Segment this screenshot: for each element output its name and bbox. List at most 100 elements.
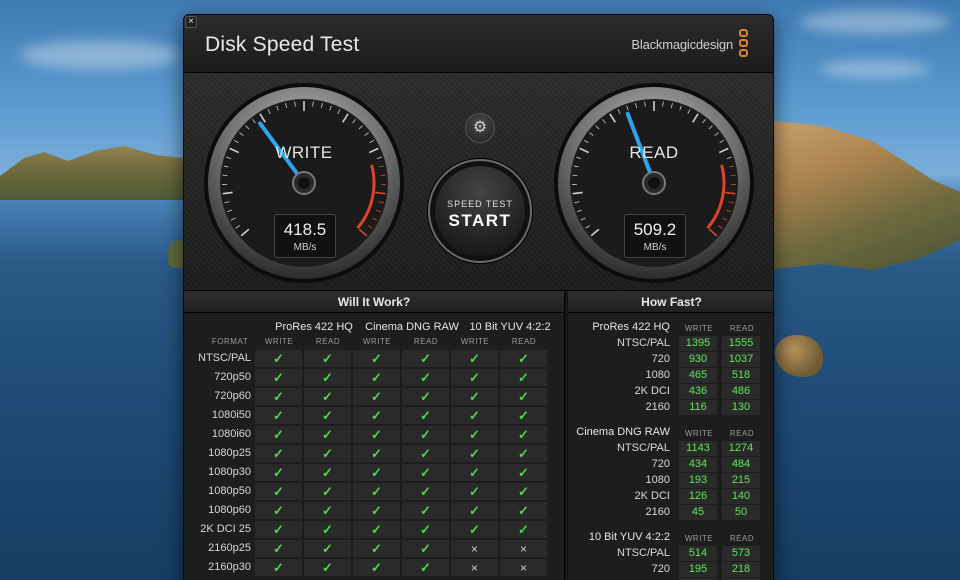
check-icon: ✓: [371, 503, 382, 518]
check-icon: ✓: [518, 522, 529, 537]
read-column-label: READ: [729, 534, 755, 543]
gauge-area: WRITE 418.5 MB/s ⚙ SPEED TEST START READ…: [184, 73, 773, 291]
check-icon: ✓: [371, 389, 382, 404]
write-fps-value: 930: [679, 352, 717, 367]
table-row: 1080 465 518: [568, 367, 773, 383]
result-cell: ✓: [500, 407, 547, 424]
result-cell: ✓: [500, 426, 547, 443]
check-icon: ✓: [322, 351, 333, 366]
read-column-label: READ: [413, 337, 439, 346]
settings-button[interactable]: ⚙: [465, 113, 495, 143]
result-cell: ✓: [402, 502, 449, 519]
title-bar: Disk Speed Test Blackmagicdesign: [184, 15, 773, 73]
table-row: 720 434 484: [568, 456, 773, 472]
table-row: 1080p25 ✓ ✓ ✓ ✓ ✓ ✓: [184, 444, 565, 463]
read-column-label: READ: [729, 429, 755, 438]
read-speed-unit: MB/s: [643, 242, 667, 253]
format-name: 1080p60: [208, 504, 251, 516]
app-title: Disk Speed Test: [205, 33, 360, 56]
write-fps-value: 465: [679, 368, 717, 383]
check-icon: ✓: [371, 522, 382, 537]
cloud: [820, 60, 930, 78]
check-icon: ✓: [371, 560, 382, 575]
cross-icon: ×: [470, 561, 478, 575]
table-row: 2160p25 ✓ ✓ ✓ ✓ × ×: [184, 539, 565, 558]
start-button[interactable]: SPEED TEST START: [428, 159, 532, 263]
how-fast-title: How Fast?: [568, 291, 773, 313]
result-cell: ✓: [353, 445, 400, 462]
read-speed-value: 509.2: [633, 220, 677, 239]
check-icon: ✓: [420, 503, 431, 518]
write-fps-value: 434: [679, 457, 717, 472]
result-cell: ✓: [353, 350, 400, 367]
result-cell: ✓: [402, 445, 449, 462]
check-icon: ✓: [273, 351, 284, 366]
write-fps-value: 436: [679, 384, 717, 399]
disk-speed-test-window: Disk Speed Test Blackmagicdesign × WRITE…: [183, 14, 774, 580]
table-row: 2K DCI 25 ✓ ✓ ✓ ✓ ✓ ✓: [184, 520, 565, 539]
will-it-work-rows: NTSC/PAL ✓ ✓ ✓ ✓ ✓ ✓ 720p50 ✓ ✓ ✓ ✓ ✓ ✓ 720p60 ✓ ✓ ✓ ✓ ✓ ✓ 10…: [184, 349, 565, 577]
read-speed-readout: 509.2 MB/s: [624, 214, 686, 258]
result-cell: ✓: [500, 521, 547, 538]
check-icon: ✓: [273, 446, 284, 461]
result-cell: ✓: [304, 483, 351, 500]
gauge-tick: [644, 101, 646, 107]
check-icon: ✓: [273, 541, 284, 556]
result-cell: ✓: [451, 369, 498, 386]
check-icon: ✓: [322, 541, 333, 556]
result-cell: ✓: [402, 483, 449, 500]
check-icon: ✓: [273, 522, 284, 537]
codec-header: Cinema DNG RAW: [365, 321, 459, 333]
result-cell: ✓: [353, 388, 400, 405]
result-cell: ✓: [500, 483, 547, 500]
result-cell: ✓: [451, 464, 498, 481]
write-gauge-label: WRITE: [275, 143, 333, 162]
check-icon: ✓: [420, 465, 431, 480]
result-cell: ✓: [500, 350, 547, 367]
check-icon: ✓: [371, 427, 382, 442]
gear-icon: ⚙: [472, 119, 488, 136]
check-icon: ✓: [371, 351, 382, 366]
format-name: 2160p25: [208, 542, 251, 554]
result-cell: ✓: [255, 369, 302, 386]
check-icon: ✓: [371, 541, 382, 556]
check-icon: ✓: [518, 408, 529, 423]
format-name: 720p50: [214, 371, 251, 383]
result-cell: ✓: [304, 502, 351, 519]
write-fps-value: 195: [679, 562, 717, 577]
gauge-tick: [662, 101, 664, 107]
result-cell: ✓: [353, 407, 400, 424]
check-icon: ✓: [469, 446, 480, 461]
read-fps-value: 218: [722, 562, 760, 577]
table-row: 2K DCI 436 486: [568, 383, 773, 399]
format-name: 2K DCI: [634, 385, 670, 397]
gauge-tick: [312, 101, 314, 107]
check-icon: ✓: [322, 446, 333, 461]
read-column-label: READ: [315, 337, 341, 346]
result-cell: ✓: [353, 483, 400, 500]
check-icon: ✓: [273, 389, 284, 404]
result-cell: ✓: [402, 407, 449, 424]
check-icon: ✓: [420, 522, 431, 537]
write-column-label: WRITE: [460, 337, 490, 346]
table-row: 1080 193 215: [568, 472, 773, 488]
table-row: 2160p30 ✓ ✓ ✓ ✓ × ×: [184, 558, 565, 577]
check-icon: ✓: [518, 351, 529, 366]
read-fps-value: 140: [722, 489, 760, 504]
read-fps-value: 486: [722, 384, 760, 399]
close-button[interactable]: ×: [185, 16, 197, 28]
result-cell: ×: [500, 559, 547, 576]
table-row: 1080p50 ✓ ✓ ✓ ✓ ✓ ✓: [184, 482, 565, 501]
result-cell: ✓: [255, 521, 302, 538]
format-name: NTSC/PAL: [617, 337, 670, 349]
check-icon: ✓: [518, 465, 529, 480]
check-icon: ✓: [371, 484, 382, 499]
result-cell: ✓: [255, 426, 302, 443]
check-icon: ✓: [273, 484, 284, 499]
format-column-label: FORMAT: [211, 337, 249, 346]
check-icon: ✓: [420, 446, 431, 461]
result-cell: ✓: [304, 426, 351, 443]
format-name: 1080i50: [211, 409, 251, 421]
check-icon: ✓: [273, 560, 284, 575]
result-cell: ✓: [304, 369, 351, 386]
